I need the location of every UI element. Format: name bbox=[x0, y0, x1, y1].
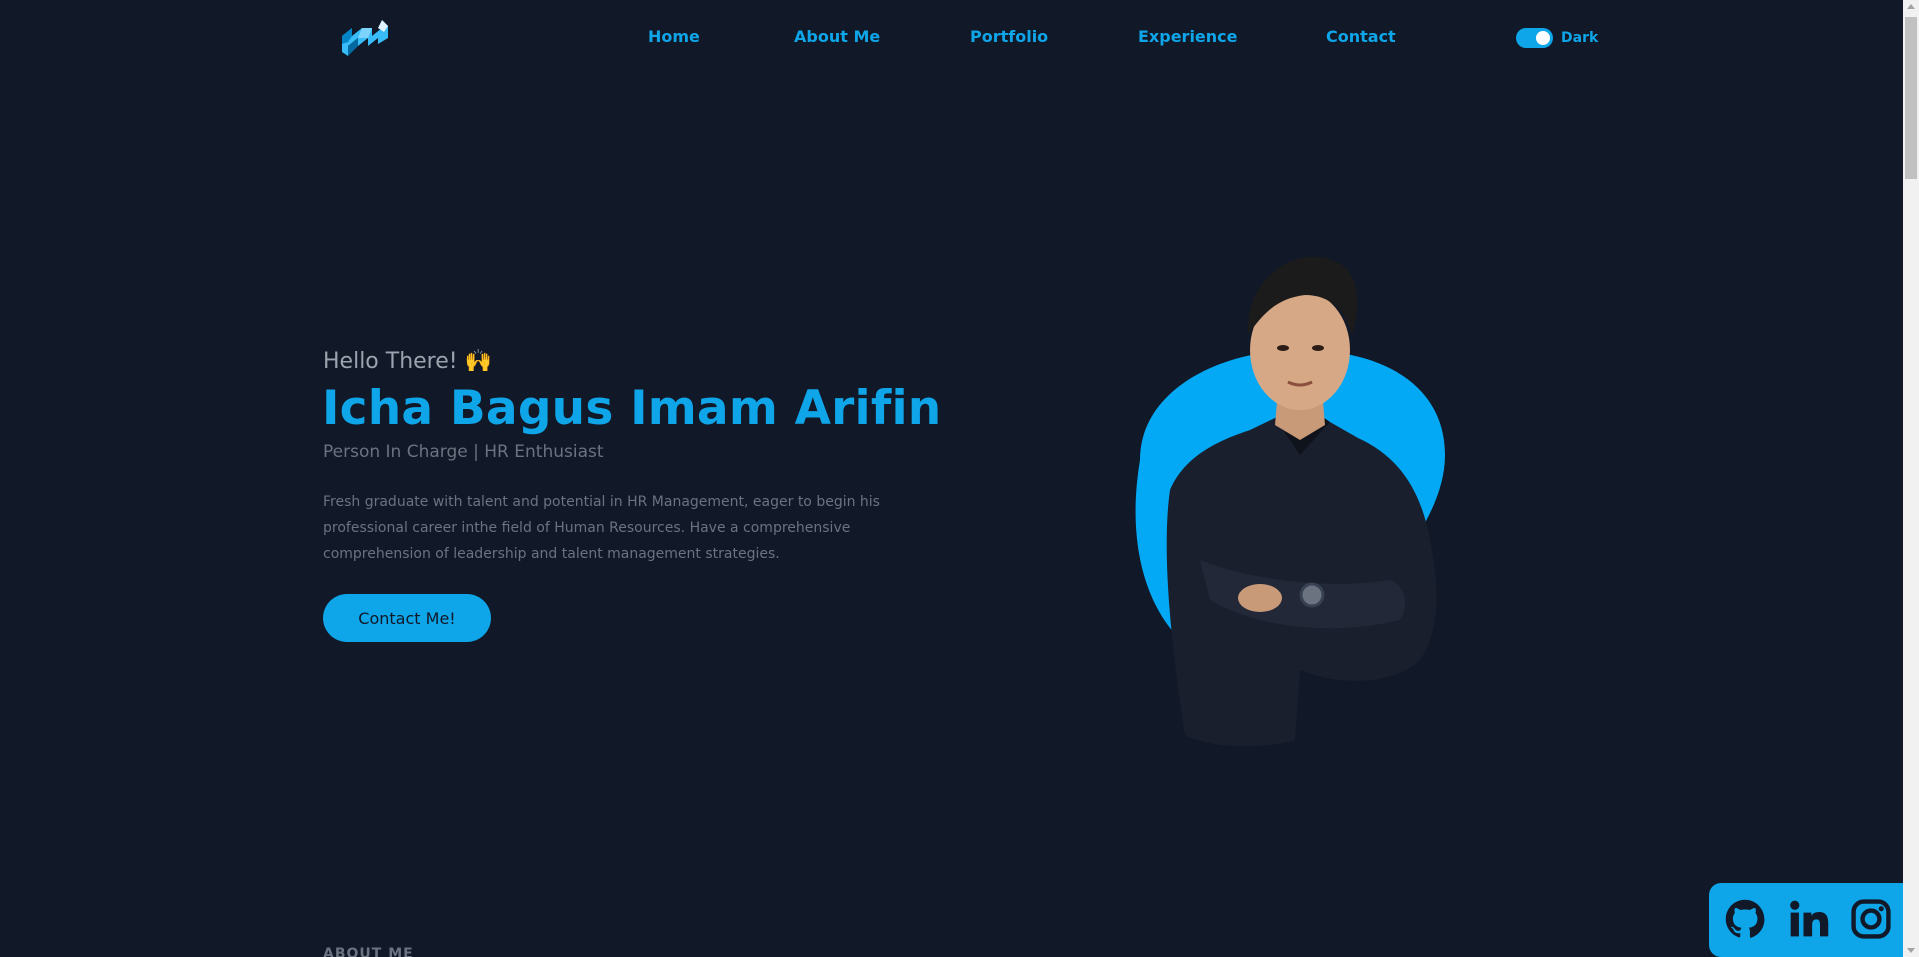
hero-role: Person In Charge | HR Enthusiast bbox=[323, 442, 604, 462]
scroll-up-arrow-icon[interactable] bbox=[1907, 4, 1915, 9]
scroll-thumb[interactable] bbox=[1905, 17, 1917, 179]
linkedin-icon[interactable] bbox=[1787, 897, 1831, 941]
instagram-icon[interactable] bbox=[1849, 897, 1893, 941]
vertical-scrollbar[interactable] bbox=[1903, 0, 1919, 957]
toggle-knob bbox=[1536, 31, 1550, 45]
hero-greeting: Hello There! 🙌 bbox=[323, 349, 492, 374]
hero-name: Icha Bagus Imam Arifin bbox=[322, 381, 942, 436]
github-icon[interactable] bbox=[1723, 897, 1767, 941]
theme-toggle[interactable]: Dark bbox=[1516, 28, 1598, 48]
nav-home[interactable]: Home bbox=[648, 27, 700, 46]
contact-me-button[interactable]: Contact Me! bbox=[323, 594, 491, 642]
about-section-heading: ABOUT ME bbox=[323, 946, 414, 957]
social-dock bbox=[1709, 883, 1903, 957]
main-nav: Home About Me Portfolio Experience Conta… bbox=[0, 0, 1903, 76]
toggle-switch[interactable] bbox=[1516, 28, 1553, 48]
theme-label: Dark bbox=[1561, 30, 1599, 46]
portfolio-page: Home About Me Portfolio Experience Conta… bbox=[0, 0, 1919, 957]
hero-description: Fresh graduate with talent and potential… bbox=[323, 494, 880, 562]
navbar: Home About Me Portfolio Experience Conta… bbox=[0, 0, 1903, 76]
profile-photo bbox=[1135, 256, 1445, 747]
nav-about-me[interactable]: About Me bbox=[794, 27, 880, 46]
nav-portfolio[interactable]: Portfolio bbox=[970, 27, 1048, 46]
wristwatch bbox=[1299, 582, 1325, 608]
scroll-down-arrow-icon[interactable] bbox=[1907, 948, 1915, 953]
nav-contact[interactable]: Contact bbox=[1326, 27, 1396, 46]
nav-experience[interactable]: Experience bbox=[1138, 27, 1238, 46]
